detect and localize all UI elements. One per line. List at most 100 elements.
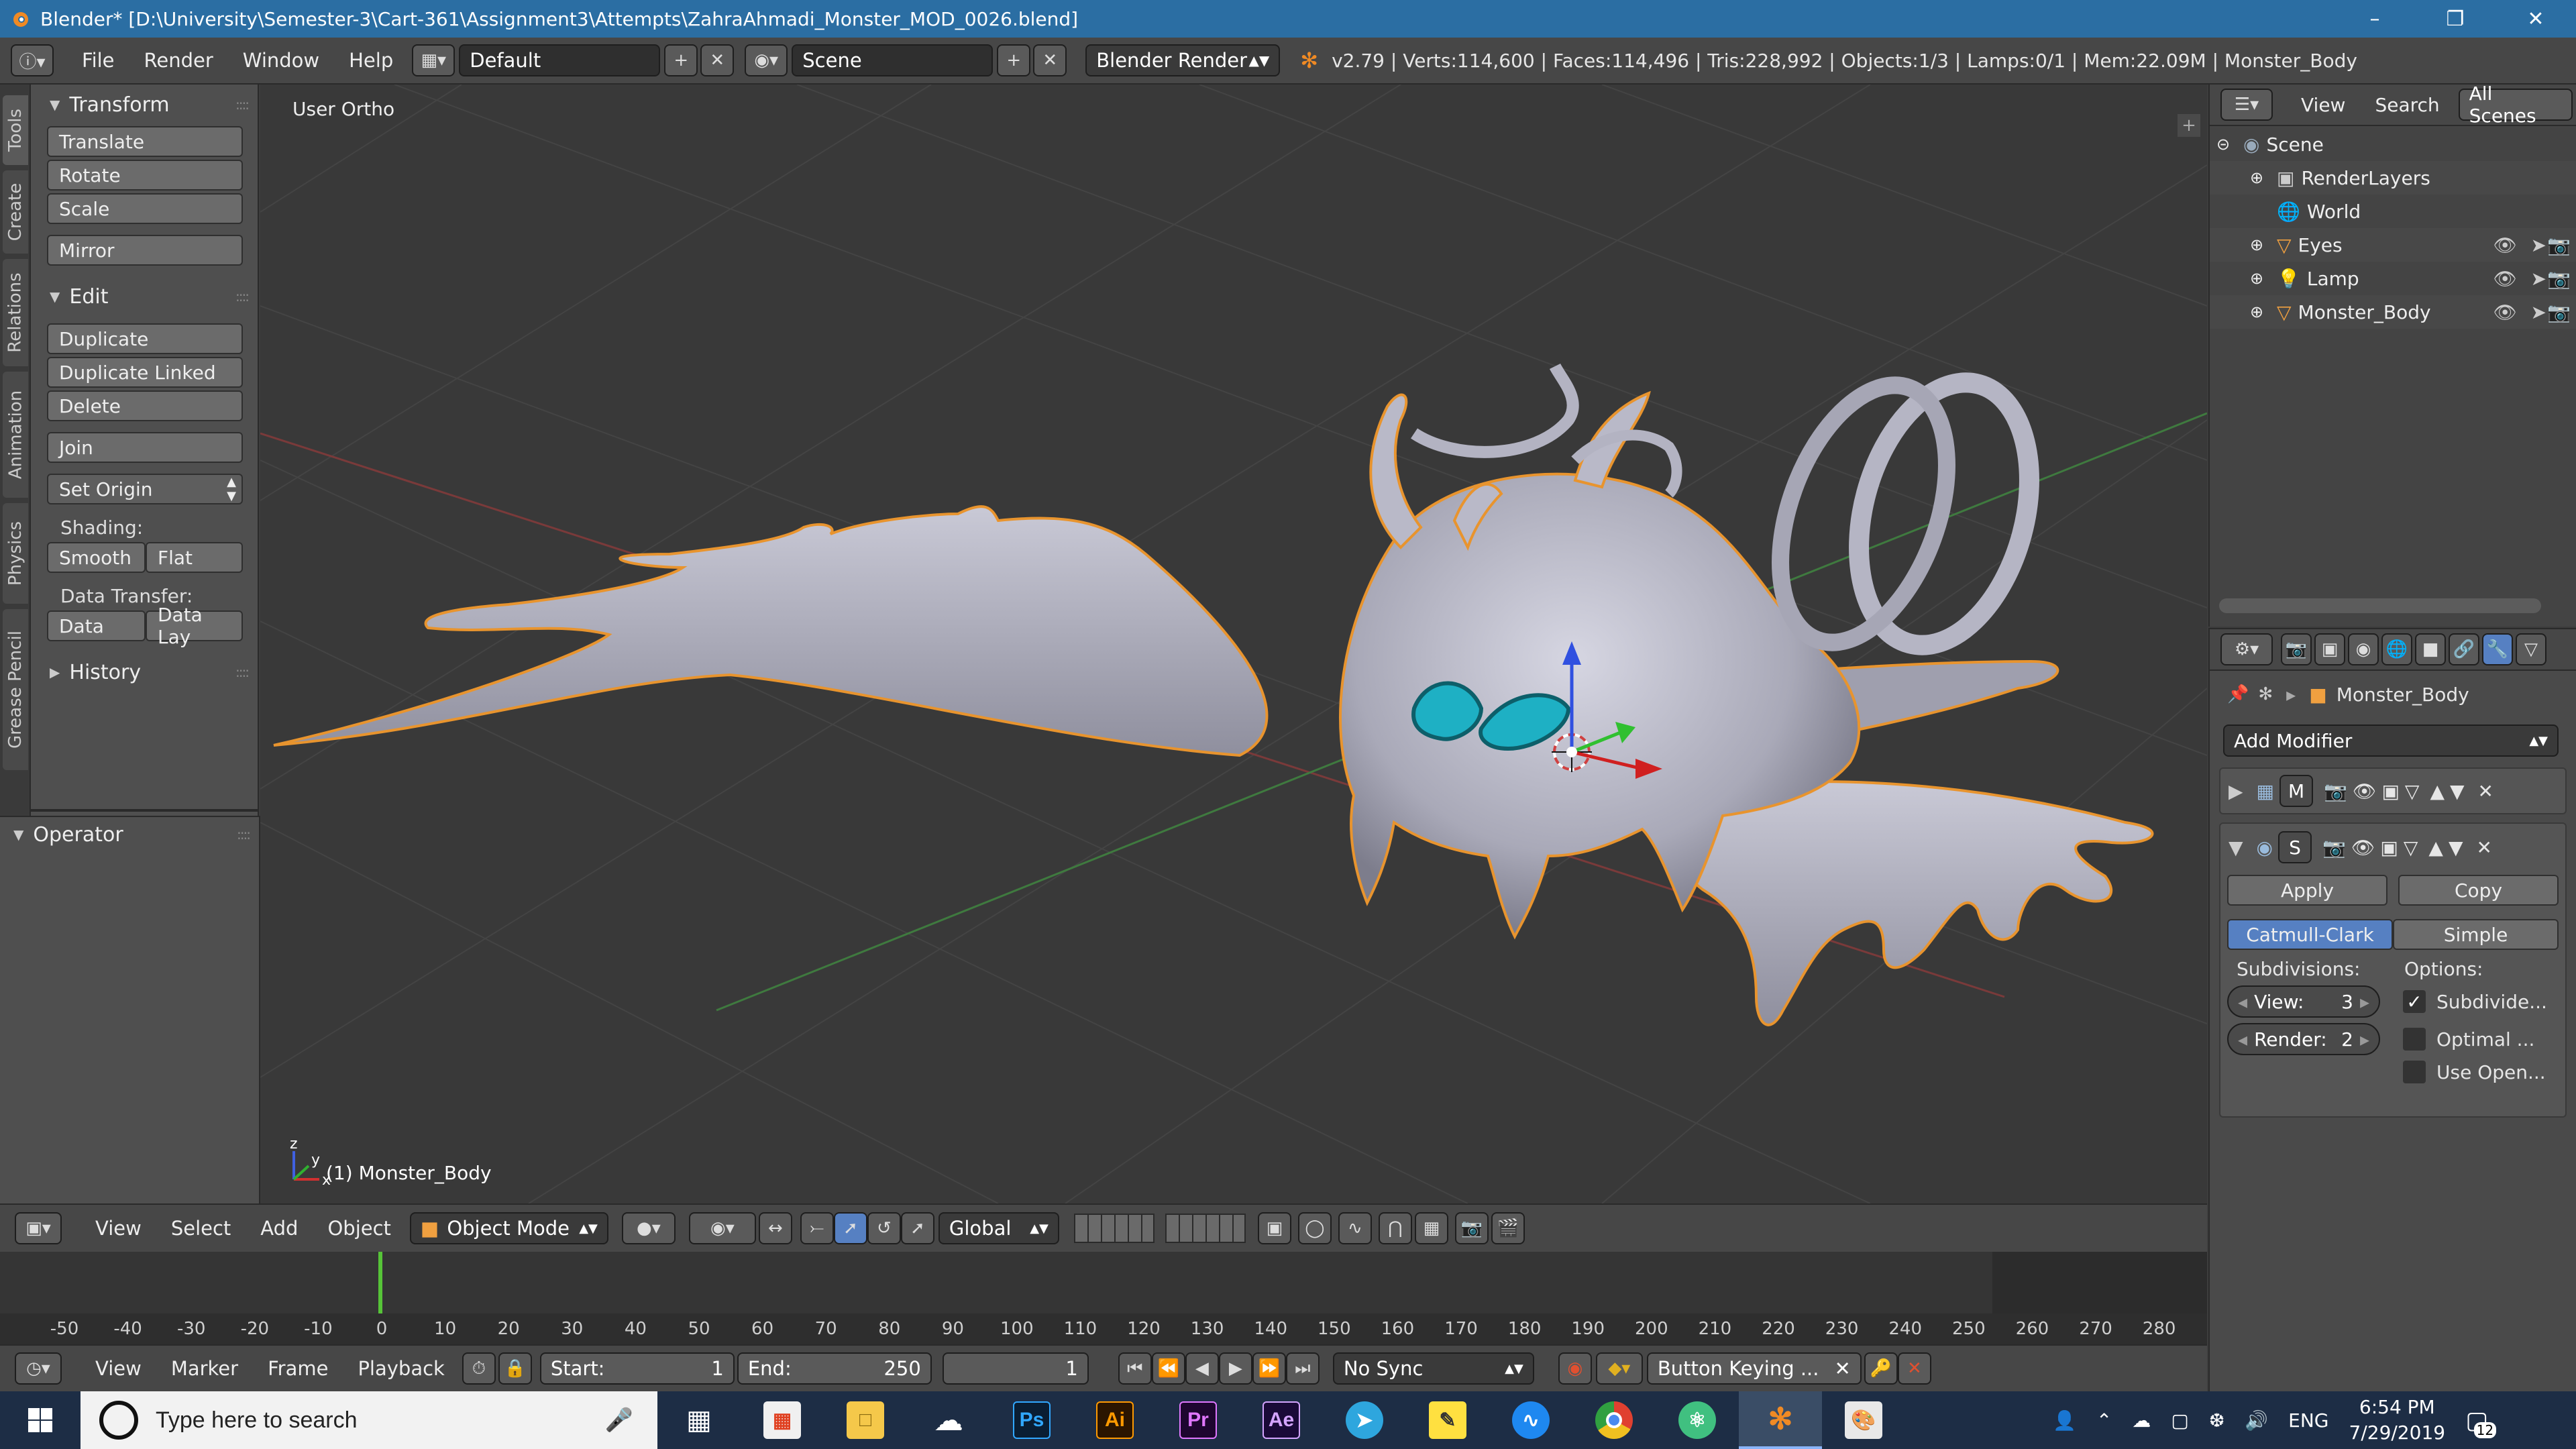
editor-type-3dview-icon[interactable]: ▣▾ (15, 1212, 62, 1244)
render-toggle-icon[interactable]: 📷 (2324, 780, 2347, 802)
scene-selector[interactable]: Scene (792, 44, 994, 76)
current-frame-field[interactable]: 1 (942, 1352, 1089, 1385)
menu-file[interactable]: File (67, 49, 129, 72)
manipulator-toggle-icon[interactable]: ↔ (758, 1212, 792, 1244)
render-camera-icon[interactable]: 📷 (2547, 234, 2571, 256)
smooth-button[interactable]: Smooth (47, 542, 146, 573)
layout-grid-icon[interactable]: ▦▾ (412, 44, 455, 76)
outliner-item-eyes[interactable]: ⊕ ▽ Eyes 👁 ➤ 📷 (2210, 228, 2576, 262)
eye-visibility-icon[interactable]: 👁 (2493, 268, 2517, 290)
add-layout-icon[interactable]: + (664, 44, 698, 76)
proportional-edit-icon[interactable]: ◯ (1297, 1212, 1332, 1244)
remove-modifier-icon[interactable]: ✕ (2478, 780, 2493, 802)
eye-visibility-icon[interactable]: 👁 (2493, 234, 2517, 256)
file-explorer-icon[interactable]: □ (824, 1391, 907, 1449)
scale-manipulator-icon[interactable]: ↺ (867, 1212, 901, 1244)
tab-animation[interactable]: Animation (3, 372, 28, 498)
outliner-item-world[interactable]: 🌐 World (2210, 195, 2576, 228)
monster-body-model[interactable] (273, 362, 2154, 1026)
after-effects-icon[interactable]: Ae (1240, 1391, 1323, 1449)
modifier-2-header[interactable]: ▼ ◉ S 📷 👁 ▣ ▽ ▲ ▼ ✕ (2220, 824, 2565, 871)
remove-modifier-icon[interactable]: ✕ (2477, 837, 2492, 859)
pin-icon[interactable]: 📌 (2227, 684, 2249, 704)
manip-scale-icon[interactable]: ➚ (900, 1212, 934, 1244)
menu-playback[interactable]: Playback (343, 1357, 459, 1380)
current-frame-indicator[interactable] (378, 1252, 382, 1313)
lock-range-icon[interactable]: 🔒 (498, 1352, 532, 1385)
select-cursor-icon[interactable]: ➤ (2531, 234, 2546, 256)
language-indicator[interactable]: ENG (2288, 1409, 2328, 1432)
catmull-clark-option[interactable]: Catmull-Clark (2227, 919, 2393, 950)
duplicate-linked-button[interactable]: Duplicate Linked (47, 357, 243, 388)
proportional-falloff-icon[interactable]: ∿ (1338, 1212, 1372, 1244)
object-tab-icon[interactable]: ■ (2415, 633, 2446, 665)
render-toggle-icon[interactable]: 📷 (2322, 837, 2346, 859)
outliner-item-scene[interactable]: ⊝ ◉ Scene (2210, 127, 2576, 161)
expand-triangle-icon[interactable]: ▶ (2229, 780, 2243, 802)
scene-icon[interactable]: ◉▾ (745, 44, 788, 76)
record-icon[interactable]: ◉ (1558, 1352, 1592, 1385)
jump-next-keyframe-icon[interactable]: ⏩ (1252, 1352, 1286, 1385)
start-frame-field[interactable]: Start: 1 (539, 1352, 735, 1385)
atom-icon[interactable]: ⚛ (1656, 1391, 1739, 1449)
play-icon[interactable]: ▶ (1218, 1352, 1252, 1385)
cage-toggle-icon[interactable]: ▽ (2405, 780, 2420, 802)
move-up-icon[interactable]: ▲ (2428, 837, 2443, 859)
tab-physics[interactable]: Physics (3, 503, 28, 604)
modifier-1-name[interactable]: M (2279, 775, 2314, 807)
tab-create[interactable]: Create (3, 170, 28, 254)
rotate-button[interactable]: Rotate (47, 160, 243, 191)
outliner-item-lamp[interactable]: ⊕ 💡 Lamp 👁 ➤ 📷 (2210, 262, 2576, 295)
menu-view[interactable]: View (80, 1357, 156, 1380)
apply-modifier-button[interactable]: Apply (2227, 875, 2387, 906)
viewport-shading-icon[interactable]: ●▾ (621, 1212, 676, 1244)
grip-icon[interactable]: :::: (235, 664, 250, 680)
object-mode-selector[interactable]: ■ Object Mode ▲▼ (409, 1212, 608, 1244)
data-layout-button[interactable]: Data Lay (145, 604, 243, 648)
display-mode-selector[interactable]: All Scenes (2458, 83, 2573, 127)
remove-scene-icon[interactable]: ✕ (1033, 44, 1067, 76)
flat-button[interactable]: Flat (145, 542, 243, 573)
duplicate-button[interactable]: Duplicate (47, 323, 243, 354)
rotate-manipulator-icon[interactable]: ➚ (833, 1212, 867, 1244)
render-animation-icon[interactable]: 🎬 (1491, 1212, 1525, 1244)
snap-toggle-icon[interactable]: ⋂ (1378, 1212, 1412, 1244)
jump-end-icon[interactable]: ⏭ (1285, 1352, 1320, 1385)
modifier-1-header[interactable]: ▶ ▦ M 📷 👁 ▣ ▽ ▲ ▼ ✕ (2219, 767, 2567, 814)
render-still-icon[interactable]: 📷 (1454, 1212, 1489, 1244)
premiere-icon[interactable]: Pr (1157, 1391, 1240, 1449)
move-down-icon[interactable]: ▼ (2449, 837, 2463, 859)
editor-type-properties-icon[interactable]: ⚙▾ (2220, 633, 2273, 665)
lock-layers-icon[interactable]: ▣ (1257, 1212, 1291, 1244)
data-tab-icon[interactable]: ▽ (2516, 633, 2546, 665)
menu-marker[interactable]: Marker (156, 1357, 253, 1380)
render-camera-icon[interactable]: 📷 (2547, 301, 2571, 323)
close-icon[interactable]: ✕ (2496, 0, 2576, 38)
layout-selector[interactable]: Default (459, 44, 661, 76)
menu-view[interactable]: View (80, 1217, 156, 1240)
sync-mode-selector[interactable]: No Sync ▲▼ (1332, 1352, 1534, 1385)
cage-toggle-icon[interactable]: ▽ (2404, 837, 2418, 859)
menu-help[interactable]: Help (334, 49, 408, 72)
show-hidden-icons[interactable]: ⌃ (2096, 1409, 2112, 1432)
modifier-2-name[interactable]: S (2277, 831, 2312, 863)
delete-button[interactable]: Delete (47, 390, 243, 421)
blender-taskbar-icon[interactable]: ✻ (1739, 1391, 1822, 1449)
jump-start-icon[interactable]: ⏮ (1118, 1352, 1152, 1385)
move-up-icon[interactable]: ▲ (2430, 780, 2445, 802)
add-modifier-dropdown[interactable]: Add Modifier ▲▼ (2223, 724, 2559, 757)
render-engine-selector[interactable]: Blender Render ▲▼ (1085, 44, 1281, 76)
editmode-toggle-icon[interactable]: ▣ (2381, 780, 2399, 802)
menu-select[interactable]: Select (156, 1217, 246, 1240)
set-origin-dropdown[interactable]: Set Origin ▲ ▼ (47, 474, 243, 504)
menu-object[interactable]: Object (313, 1217, 405, 1240)
paint-icon[interactable]: 🎨 (1822, 1391, 1905, 1449)
notifications-icon[interactable]: ▢ 12 (2465, 1407, 2497, 1438)
wifi-icon[interactable]: ❆ (2209, 1409, 2224, 1432)
taskbar-search-box[interactable]: Type here to search 🎤 (80, 1391, 657, 1449)
select-cursor-icon[interactable]: ➤ (2531, 268, 2546, 290)
move-down-icon[interactable]: ▼ (2450, 780, 2465, 802)
render-camera-icon[interactable]: 📷 (2547, 268, 2571, 290)
illustrator-icon[interactable]: Ai (1073, 1391, 1157, 1449)
view-subdivisions-field[interactable]: ◂ View: 3 ▸ (2227, 985, 2380, 1018)
